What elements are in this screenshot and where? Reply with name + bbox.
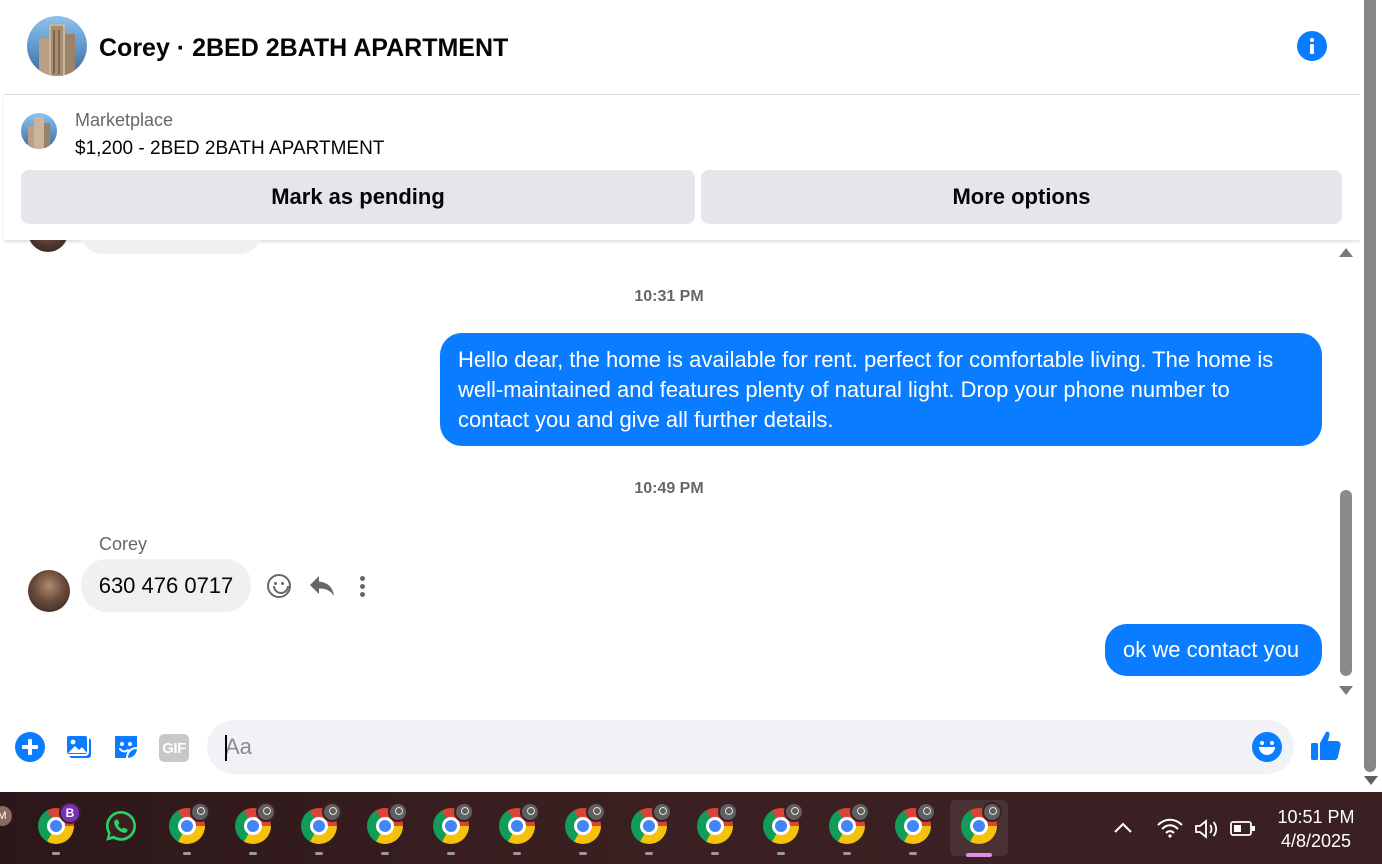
profile-badge-icon bbox=[916, 802, 936, 822]
gif-icon[interactable]: GIF bbox=[159, 734, 189, 762]
message-bubble-outgoing[interactable]: Hello dear, the home is available for re… bbox=[440, 333, 1322, 446]
profile-badge-icon bbox=[520, 802, 540, 822]
more-options-button[interactable]: More options bbox=[701, 170, 1342, 224]
profile-badge-icon bbox=[850, 802, 870, 822]
profile-badge-icon bbox=[322, 802, 342, 822]
profile-badge-icon bbox=[718, 802, 738, 822]
react-smiley-icon[interactable] bbox=[267, 574, 291, 598]
chrome-icon[interactable] bbox=[697, 802, 738, 844]
taskbar-active-indicator bbox=[966, 853, 992, 857]
taskbar-indicator bbox=[315, 852, 323, 855]
message-bubble-incoming[interactable]: 630 476 0717 bbox=[81, 559, 251, 612]
text-caret bbox=[225, 735, 227, 761]
listing-avatar[interactable] bbox=[27, 16, 87, 76]
chrome-icon[interactable] bbox=[499, 802, 540, 844]
more-icon[interactable] bbox=[360, 576, 366, 598]
taskbar-indicator bbox=[645, 852, 653, 855]
chrome-icon[interactable] bbox=[235, 802, 276, 844]
listing-thumbnail[interactable] bbox=[21, 113, 57, 149]
taskbar-indicator bbox=[843, 852, 851, 855]
chrome-icon[interactable] bbox=[301, 802, 342, 844]
chrome-icon[interactable] bbox=[169, 802, 210, 844]
chat-header: Corey · 2BED 2BATH APARTMENT bbox=[4, 0, 1360, 95]
chrome-icon[interactable] bbox=[829, 802, 870, 844]
taskbar-indicator bbox=[183, 852, 191, 855]
profile-badge-icon bbox=[652, 802, 672, 822]
page-scrollbar[interactable] bbox=[1360, 0, 1382, 792]
message-bubble-incoming[interactable] bbox=[81, 240, 261, 254]
scroll-up-arrow-icon[interactable] bbox=[1339, 248, 1353, 257]
wifi-icon[interactable] bbox=[1157, 818, 1183, 838]
reply-icon[interactable] bbox=[308, 573, 336, 599]
volume-icon[interactable] bbox=[1194, 818, 1220, 840]
plus-icon[interactable] bbox=[15, 732, 45, 762]
profile-badge-icon bbox=[388, 802, 408, 822]
taskbar-indicator bbox=[52, 852, 60, 855]
whatsapp-icon[interactable] bbox=[103, 808, 139, 844]
message-input-container[interactable] bbox=[207, 720, 1294, 774]
profile-badge-icon bbox=[454, 802, 474, 822]
taskbar-indicator bbox=[513, 852, 521, 855]
chrome-icon[interactable]: B bbox=[38, 802, 81, 844]
profile-badge-icon bbox=[586, 802, 606, 822]
taskbar-indicator bbox=[249, 852, 257, 855]
chrome-icon[interactable] bbox=[433, 802, 474, 844]
photo-icon[interactable] bbox=[64, 732, 94, 762]
marketplace-panel: Marketplace $1,200 - 2BED 2BATH APARTMEN… bbox=[4, 96, 1360, 240]
message-bubble-outgoing[interactable]: ok we contact you bbox=[1105, 624, 1322, 676]
chrome-icon[interactable] bbox=[367, 802, 408, 844]
listing-title[interactable]: $1,200 - 2BED 2BATH APARTMENT bbox=[75, 138, 384, 160]
taskbar-indicator bbox=[579, 852, 587, 855]
timestamp: 10:31 PM bbox=[634, 288, 704, 305]
clock-time: 10:51 PM bbox=[1277, 807, 1355, 827]
chevron-up-icon[interactable] bbox=[1113, 820, 1133, 836]
profile-badge: B bbox=[59, 802, 81, 824]
profile-badge-icon bbox=[190, 802, 210, 822]
info-icon[interactable] bbox=[1297, 31, 1327, 61]
taskbar-indicator bbox=[447, 852, 455, 855]
chat-title: Corey · 2BED 2BATH APARTMENT bbox=[99, 34, 509, 62]
taskbar-indicator bbox=[777, 852, 785, 855]
scroll-down-arrow-icon[interactable] bbox=[1339, 686, 1353, 695]
system-clock[interactable]: 10:51 PM 4/8/2025 bbox=[1270, 805, 1362, 853]
message-scrollbar[interactable] bbox=[1336, 240, 1356, 702]
sender-name: Corey bbox=[99, 534, 148, 554]
taskbar-indicator bbox=[381, 852, 389, 855]
mark-as-pending-button[interactable]: Mark as pending bbox=[21, 170, 695, 224]
battery-icon[interactable] bbox=[1230, 820, 1256, 838]
marketplace-label: Marketplace bbox=[75, 110, 174, 130]
chrome-icon[interactable] bbox=[631, 802, 672, 844]
profile-badge-icon bbox=[256, 802, 276, 822]
chrome-icon[interactable] bbox=[763, 802, 804, 844]
chrome-icon[interactable] bbox=[565, 802, 606, 844]
scrollbar-thumb[interactable] bbox=[1340, 490, 1352, 676]
clock-date: 4/8/2025 bbox=[1280, 831, 1352, 851]
page-scrollbar-thumb[interactable] bbox=[1364, 0, 1376, 772]
chrome-icon[interactable] bbox=[961, 802, 1002, 844]
message-list[interactable]: 10:31 PM Hello dear, the home is availab… bbox=[4, 240, 1360, 702]
profile-badge-icon bbox=[982, 802, 1002, 822]
sticker-icon[interactable] bbox=[111, 732, 141, 762]
composer: GIF bbox=[4, 702, 1360, 792]
chat-window: Corey · 2BED 2BATH APARTMENT Marketplace… bbox=[4, 0, 1360, 792]
taskbar-indicator bbox=[909, 852, 917, 855]
message-input[interactable] bbox=[225, 720, 1225, 774]
profile-badge-icon bbox=[784, 802, 804, 822]
profile-avatar-icon[interactable]: M bbox=[0, 806, 12, 826]
avatar[interactable] bbox=[28, 570, 70, 612]
taskbar-indicator bbox=[711, 852, 719, 855]
avatar bbox=[28, 240, 68, 252]
timestamp: 10:49 PM bbox=[634, 480, 704, 497]
page-scroll-down-arrow-icon[interactable] bbox=[1364, 776, 1378, 785]
chrome-icon[interactable] bbox=[895, 802, 936, 844]
thumbs-up-icon[interactable] bbox=[1309, 729, 1343, 763]
emoji-icon[interactable] bbox=[1252, 732, 1282, 762]
